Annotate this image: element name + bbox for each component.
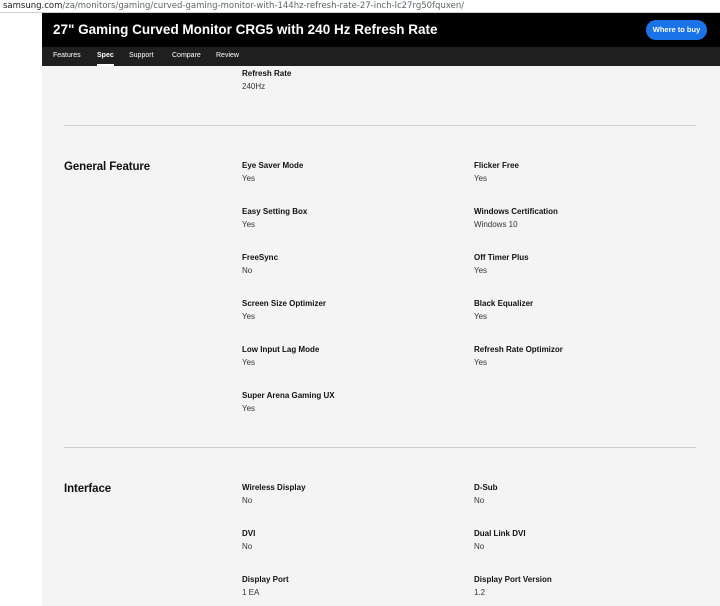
spec-label: Super Arena Gaming UX xyxy=(242,391,335,400)
spec-label: Display Port Version xyxy=(474,575,552,584)
spec-label: Wireless Display xyxy=(242,483,306,492)
spec-label: Flicker Free xyxy=(474,161,519,170)
spec-value: Yes xyxy=(474,174,488,183)
spec-label: Dual Link DVI xyxy=(474,529,526,538)
spec-label: Refresh Rate Optimizor xyxy=(474,345,563,354)
section-title-interface: Interface xyxy=(64,483,112,495)
spec-label: Windows Certification xyxy=(474,207,558,216)
spec-label: Display Port xyxy=(242,575,289,584)
url-path: /za/monitors/gaming/curved-gaming-monito… xyxy=(62,1,465,11)
where-to-buy-button[interactable]: Where to buy xyxy=(646,20,707,40)
spec-value: 1.2 xyxy=(474,588,486,597)
tab-review[interactable]: Review xyxy=(216,47,239,66)
spec-label: FreeSync xyxy=(242,253,279,262)
spec-value: Yes xyxy=(242,358,256,367)
section-title-general-feature: General Feature xyxy=(64,161,151,173)
section-divider xyxy=(64,447,696,448)
address-bar[interactable]: samsung.com/za/monitors/gaming/curved-ga… xyxy=(0,0,720,13)
spec-value: No xyxy=(242,496,253,505)
page-title: 27" Gaming Curved Monitor CRG5 with 240 … xyxy=(53,22,438,37)
spec-label: Easy Setting Box xyxy=(242,207,308,216)
tab-spec[interactable]: Spec xyxy=(97,47,114,66)
url-host: samsung.com xyxy=(3,1,63,11)
spec-content: Refresh Rate 240Hz General Feature Eye S… xyxy=(42,66,720,606)
spec-value: No xyxy=(474,542,485,551)
spec-value: Yes xyxy=(242,174,256,183)
tab-support[interactable]: Support xyxy=(129,47,154,66)
tab-compare[interactable]: Compare xyxy=(172,47,201,66)
spec-label: Black Equalizer xyxy=(474,299,534,308)
section-divider xyxy=(64,125,696,126)
spec-value: Yes xyxy=(242,220,256,229)
spec-label: D-Sub xyxy=(474,483,498,492)
spec-value: No xyxy=(242,266,253,275)
spec-value: No xyxy=(474,496,485,505)
spec-label: Eye Saver Mode xyxy=(242,161,304,170)
spec-value: 1 EA xyxy=(242,588,260,597)
spec-value: Yes xyxy=(242,312,256,321)
spec-value: Yes xyxy=(474,358,488,367)
spec-value: Yes xyxy=(474,266,488,275)
spec-label: Off Timer Plus xyxy=(474,253,529,262)
spec-label: DVI xyxy=(242,529,256,538)
spec-label: Refresh Rate xyxy=(242,69,292,78)
tab-features[interactable]: Features xyxy=(53,47,81,66)
spec-value: 240Hz xyxy=(242,82,266,91)
product-nav-tabs: Features Spec Support Compare Review xyxy=(42,47,720,66)
spec-value: Yes xyxy=(474,312,488,321)
spec-label: Screen Size Optimizer xyxy=(242,299,327,308)
product-header: 27" Gaming Curved Monitor CRG5 with 240 … xyxy=(42,13,720,66)
spec-value: Windows 10 xyxy=(474,220,518,229)
spec-value: No xyxy=(242,542,253,551)
spec-value: Yes xyxy=(242,404,256,413)
spec-label: Low Input Lag Mode xyxy=(242,345,320,354)
